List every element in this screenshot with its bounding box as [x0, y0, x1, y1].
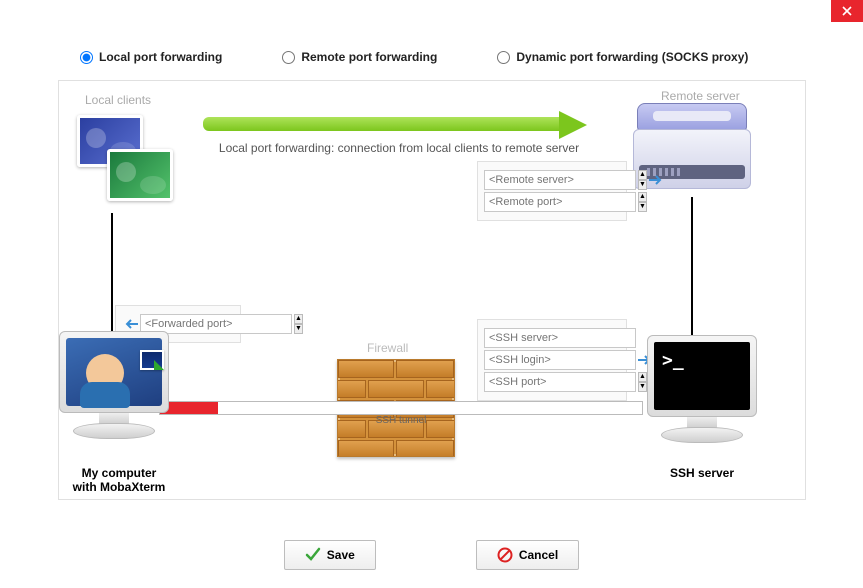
save-button[interactable]: Save — [284, 540, 376, 570]
close-icon — [842, 6, 852, 16]
ssh-server-input[interactable] — [484, 328, 636, 348]
remote-params-box: ▲▼ ▲▼ — [477, 161, 627, 221]
cancel-button-label: Cancel — [519, 548, 558, 562]
cancel-button[interactable]: Cancel — [476, 540, 579, 570]
ssh-tunnel-label: SSH tunnel — [159, 415, 643, 426]
check-icon — [305, 547, 321, 563]
terminal-prompt-icon: >_ — [662, 350, 684, 371]
my-computer-icon — [49, 331, 179, 461]
forwarded-port-spinner[interactable]: ▲▼ — [294, 314, 303, 334]
radio-remote[interactable]: Remote port forwarding — [282, 50, 437, 64]
ssh-login-input[interactable] — [484, 350, 636, 370]
ssh-port-input[interactable] — [484, 372, 636, 392]
ssh-tunnel-bar — [159, 401, 643, 415]
close-button[interactable] — [831, 0, 863, 22]
flow-description: Local port forwarding: connection from l… — [204, 141, 594, 155]
flow-arrow-icon — [203, 111, 589, 139]
radio-dynamic[interactable]: Dynamic port forwarding (SOCKS proxy) — [497, 50, 748, 64]
dialog-buttons: Save Cancel — [0, 540, 863, 570]
radio-local[interactable]: Local port forwarding — [80, 50, 222, 64]
remote-port-spinner[interactable]: ▲▼ — [638, 192, 647, 212]
ssh-server-icon: >_ — [637, 335, 767, 465]
remote-server-spinner[interactable]: ▲▼ — [638, 170, 647, 190]
remote-connect-arrow-icon — [647, 171, 665, 189]
radio-remote-input[interactable] — [282, 51, 295, 64]
radio-dynamic-input[interactable] — [497, 51, 510, 64]
ssh-params-box: ▲▼ — [477, 319, 627, 401]
radio-local-input[interactable] — [80, 51, 93, 64]
line-remote-to-ssh — [691, 197, 693, 337]
remote-port-input[interactable] — [484, 192, 636, 212]
ssh-server-label: SSH server — [637, 466, 767, 480]
forwarding-type-radios: Local port forwarding Remote port forwar… — [0, 0, 863, 82]
radio-remote-label: Remote port forwarding — [301, 50, 437, 64]
local-clients-label: Local clients — [85, 93, 151, 107]
local-clients-icon — [71, 109, 191, 215]
firewall-label: Firewall — [367, 341, 408, 355]
my-computer-label: My computerwith MobaXterm — [49, 466, 189, 494]
save-button-label: Save — [327, 548, 355, 562]
diagram-frame: Local clients Remote server Firewall Loc… — [58, 80, 806, 500]
remote-server-input[interactable] — [484, 170, 636, 190]
radio-local-label: Local port forwarding — [99, 50, 222, 64]
remote-server-label: Remote server — [661, 89, 740, 103]
radio-dynamic-label: Dynamic port forwarding (SOCKS proxy) — [516, 50, 748, 64]
line-clients-to-computer — [111, 213, 113, 333]
cancel-icon — [497, 547, 513, 563]
